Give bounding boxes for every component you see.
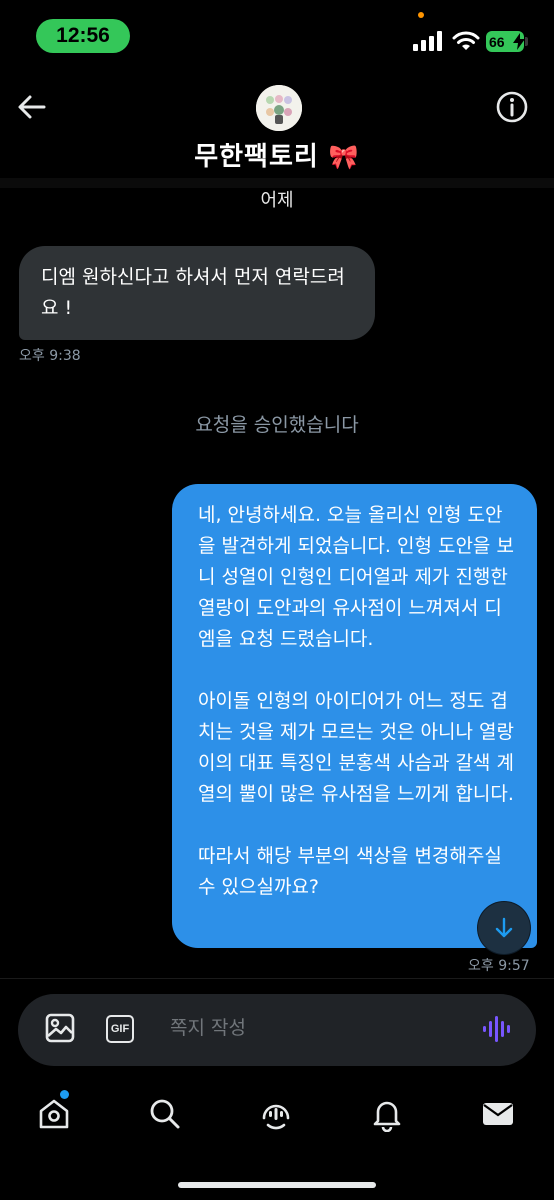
contact-name-text: 무한팩토리: [194, 142, 319, 172]
tab-spaces[interactable]: [256, 1094, 296, 1134]
info-icon[interactable]: [494, 89, 530, 125]
home-indicator: [178, 1182, 376, 1188]
contact-name[interactable]: 무한팩토리 🎀: [0, 136, 554, 173]
tab-home[interactable]: [34, 1094, 74, 1134]
sent-message-paragraph: 네, 안녕하세요. 오늘 올리신 인형 도안을 발견하게 되었습니다. 인형 도…: [198, 504, 514, 650]
avatar-image: [256, 85, 302, 131]
home-icon: [39, 1099, 69, 1129]
gif-button[interactable]: GIF: [106, 1015, 134, 1043]
ribbon-emoji: 🎀: [328, 143, 360, 171]
image-icon[interactable]: [44, 1012, 76, 1044]
received-message-text: 디엠 원하신다고 하셔서 먼저 연락드려요 !: [41, 266, 345, 319]
battery-level: 66: [489, 33, 505, 50]
contact-avatar[interactable]: [256, 85, 302, 131]
spaces-icon: [262, 1104, 290, 1130]
home-notification-dot: [60, 1090, 69, 1099]
messages-icon: [483, 1103, 513, 1125]
tab-notifications[interactable]: [367, 1094, 407, 1134]
cellular-signal-icon: [413, 31, 442, 51]
status-time: 12:56: [36, 19, 130, 53]
search-icon: [150, 1099, 180, 1129]
charging-bolt-icon: [513, 33, 525, 50]
sent-message-paragraph: 따라서 해당 부분의 색상을 변경해주실 수 있으실까요?: [198, 845, 502, 898]
battery-tip: [525, 37, 528, 46]
date-separator: 어제: [260, 190, 294, 211]
back-arrow-icon[interactable]: [14, 89, 50, 125]
notifications-icon: [373, 1101, 401, 1132]
tab-messages[interactable]: [478, 1094, 518, 1134]
wifi-icon: [452, 31, 480, 50]
message-input[interactable]: [170, 1010, 450, 1046]
received-message-bubble[interactable]: 디엠 원하신다고 하셔서 먼저 연락드려요 !: [19, 246, 375, 340]
sent-message-timestamp: 오후 9:57: [468, 958, 530, 974]
tab-search[interactable]: [145, 1094, 185, 1134]
scroll-to-bottom-button[interactable]: [478, 902, 530, 954]
voice-message-icon[interactable]: [480, 1013, 512, 1045]
sent-message-paragraph: 아이돌 인형의 아이디어가 어느 정도 겹치는 것을 제가 모르는 것은 아니나…: [198, 690, 514, 805]
sent-message-bubble[interactable]: 네, 안녕하세요. 오늘 올리신 인형 도안을 발견하게 되었습니다. 인형 도…: [172, 484, 537, 948]
camera-indicator-dot: [418, 12, 424, 18]
battery-indicator: 66: [486, 31, 525, 52]
received-message-timestamp: 오후 9:38: [19, 348, 81, 364]
request-accepted-notice: 요청을 승인했습니다: [195, 414, 359, 436]
arrow-down-icon: [495, 917, 513, 938]
